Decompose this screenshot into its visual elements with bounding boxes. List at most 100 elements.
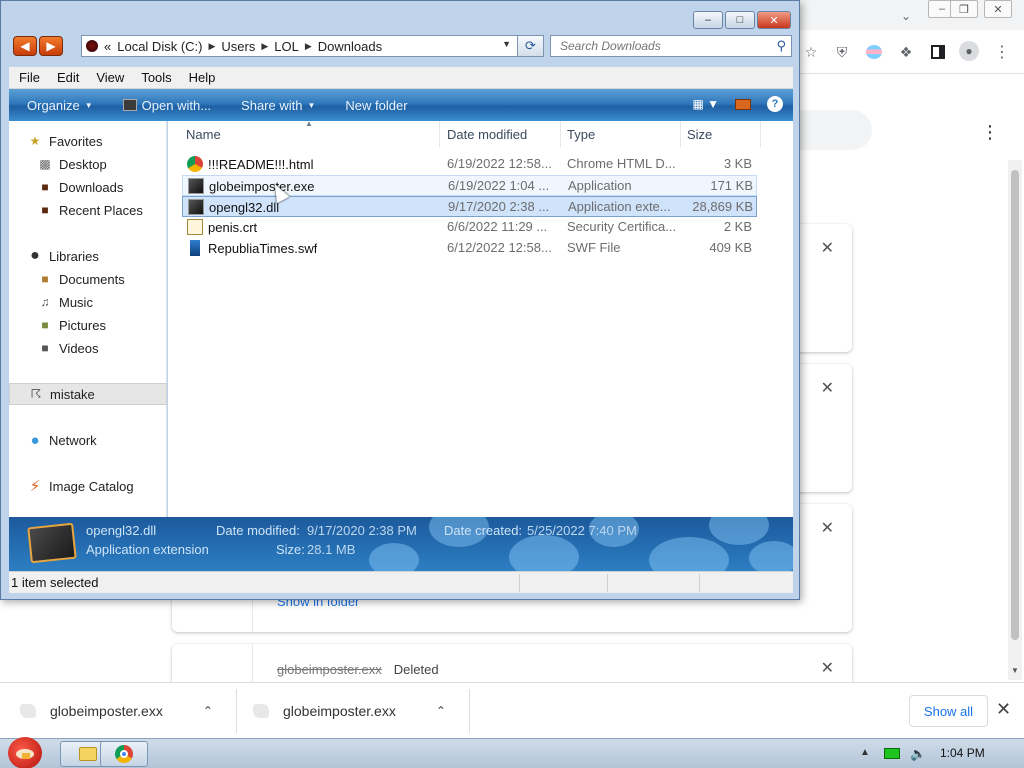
file-row[interactable]: !!!README!!!.html 6/19/2022 12:58... Chr…	[182, 154, 757, 175]
minimize-button[interactable]: –	[693, 11, 723, 29]
address-segment-lol[interactable]: LOL	[274, 39, 299, 54]
remove-download-icon[interactable]: ✕	[821, 518, 834, 538]
nav-label: Music	[59, 294, 93, 310]
sort-ascending-icon: ▲	[305, 119, 313, 128]
scroll-down-arrow-icon[interactable]: ▼	[1011, 666, 1019, 675]
search-icon[interactable]: ⚲	[776, 38, 786, 54]
star-icon[interactable]: ☆	[801, 42, 821, 62]
menu-view[interactable]: View	[96, 70, 124, 85]
nav-image-catalog[interactable]: ⚡ Image Catalog	[9, 475, 167, 497]
new-folder-button[interactable]: New folder	[345, 98, 407, 113]
forward-arrow-icon[interactable]: ▶	[39, 36, 63, 56]
nav-label: Image Catalog	[49, 478, 134, 494]
page-scrollbar[interactable]	[1008, 160, 1022, 680]
start-button-angry-bird-icon[interactable]	[2, 731, 48, 768]
chrome-restore-button[interactable]: ❐	[950, 0, 978, 18]
chevron-down-icon[interactable]: ▼	[502, 39, 511, 49]
volume-icon[interactable]: 🔈	[910, 746, 926, 762]
nav-network[interactable]: ● Network	[9, 429, 167, 451]
nav-mistake[interactable]: ☈ mistake	[9, 383, 167, 405]
nav-videos[interactable]: ■ Videos	[9, 337, 167, 359]
chevron-right-icon[interactable]: ▶	[261, 41, 268, 52]
file-row-selected[interactable]: opengl32.dll 9/17/2020 2:38 ... Applicat…	[182, 196, 757, 217]
close-icon[interactable]: ✕	[996, 699, 1011, 720]
search-input[interactable]	[560, 39, 760, 53]
battery-icon[interactable]	[884, 748, 900, 759]
downloads-more-icon[interactable]: ⋮	[980, 122, 1000, 142]
chevron-right-icon[interactable]: ▶	[208, 41, 215, 52]
column-type[interactable]: Type	[561, 121, 681, 147]
details-modified-label: Date modified:	[216, 523, 300, 538]
nav-downloads[interactable]: ■ Downloads	[9, 176, 167, 198]
profile-icon[interactable]: ●	[959, 41, 979, 61]
address-overflow[interactable]: «	[104, 39, 111, 54]
nav-documents[interactable]: ■ Documents	[9, 268, 167, 290]
documents-icon: ■	[41, 272, 49, 286]
details-filetype: Application extension	[86, 542, 209, 557]
remove-download-icon[interactable]: ✕	[821, 378, 834, 398]
remove-download-icon[interactable]: ✕	[821, 658, 834, 678]
nav-label: Recent Places	[59, 202, 143, 218]
chrome-close-button[interactable]: ✕	[984, 0, 1012, 18]
chrome-icon	[115, 745, 133, 763]
view-options-icon[interactable]: ▦ ▼	[692, 97, 719, 111]
file-row[interactable]: penis.crt 6/6/2022 11:29 ... Security Ce…	[182, 217, 757, 238]
address-segment-downloads[interactable]: Downloads	[318, 39, 382, 54]
preview-pane-icon[interactable]	[735, 98, 751, 110]
back-arrow-icon[interactable]: ◀	[13, 36, 37, 56]
column-date-modified[interactable]: Date modified	[441, 121, 561, 147]
chevron-right-icon[interactable]: ▶	[305, 41, 312, 52]
shelf-item[interactable]: globeimposter.exx ⌃	[253, 683, 446, 739]
organize-label: Organize	[27, 97, 80, 113]
nav-favorites[interactable]: ★ Favorites	[9, 130, 167, 152]
recent-places-icon: ■	[41, 203, 49, 217]
chevron-down-icon: ▼	[84, 100, 93, 110]
refresh-button[interactable]: ⟳	[518, 35, 544, 57]
taskbar-clock[interactable]: 1:04 PM	[940, 746, 985, 760]
menu-file[interactable]: File	[19, 70, 40, 85]
organize-button[interactable]: Organize ▼	[27, 98, 93, 113]
file-size: 2 KB	[723, 219, 752, 234]
open-with-button[interactable]: Open with...	[122, 98, 211, 113]
file-row[interactable]: RepubliaTimes.swf 6/12/2022 12:58... SWF…	[182, 238, 757, 259]
desktop-icon: ▩	[39, 157, 51, 171]
nav-label: Favorites	[49, 133, 103, 149]
menu-tools[interactable]: Tools	[141, 70, 171, 85]
details-created-label: Date created:	[444, 523, 523, 538]
chevron-up-icon[interactable]: ⌃	[436, 704, 446, 718]
taskbar-chrome-button[interactable]	[100, 741, 148, 767]
file-date: 9/17/2020 2:38 ...	[448, 199, 550, 214]
folder-icon	[79, 747, 97, 761]
puzzle-icon[interactable]: ❖	[896, 42, 916, 62]
kebab-menu-icon[interactable]: ⋮	[992, 42, 1012, 62]
nav-libraries[interactable]: ● Libraries	[9, 245, 167, 267]
file-row[interactable]: globeimposter.exe 6/19/2022 1:04 ... App…	[182, 175, 757, 196]
close-button[interactable]: ✕	[757, 11, 791, 29]
maximize-button[interactable]: □	[725, 11, 755, 29]
shelf-item[interactable]: globeimposter.exx ⌃	[20, 683, 213, 739]
show-all-button[interactable]: Show all	[909, 695, 988, 727]
file-icon	[20, 704, 36, 718]
nav-music[interactable]: ♫ Music	[9, 291, 167, 313]
scrollbar-thumb[interactable]	[1011, 170, 1019, 640]
menu-edit[interactable]: Edit	[57, 70, 79, 85]
search-box[interactable]: ⚲	[550, 35, 792, 57]
address-segment-users[interactable]: Users	[221, 39, 255, 54]
help-icon[interactable]: ?	[767, 96, 783, 112]
ublock-origin-icon[interactable]: ⛨	[832, 42, 852, 62]
extension-flag-icon[interactable]	[864, 42, 884, 62]
nav-recent-places[interactable]: ■ Recent Places	[9, 199, 167, 221]
nav-pictures[interactable]: ■ Pictures	[9, 314, 167, 336]
tray-expand-icon[interactable]: ▲	[860, 747, 870, 758]
share-with-button[interactable]: Share with ▼	[241, 98, 315, 113]
remove-download-icon[interactable]: ✕	[821, 238, 834, 258]
nav-desktop[interactable]: ▩ Desktop	[9, 153, 167, 175]
chevron-up-icon[interactable]: ⌃	[203, 704, 213, 718]
address-segment-drive[interactable]: Local Disk (C:)	[117, 39, 202, 54]
column-size[interactable]: Size	[681, 121, 761, 147]
side-panel-icon[interactable]	[928, 42, 948, 62]
menu-help[interactable]: Help	[189, 70, 216, 85]
address-bar[interactable]: « Local Disk (C:) ▶ Users ▶ LOL ▶ Downlo…	[81, 35, 518, 57]
tab-search-chevron-icon[interactable]: ⌄	[896, 6, 916, 26]
explorer-titlebar[interactable]: – □ ✕	[1, 1, 799, 33]
